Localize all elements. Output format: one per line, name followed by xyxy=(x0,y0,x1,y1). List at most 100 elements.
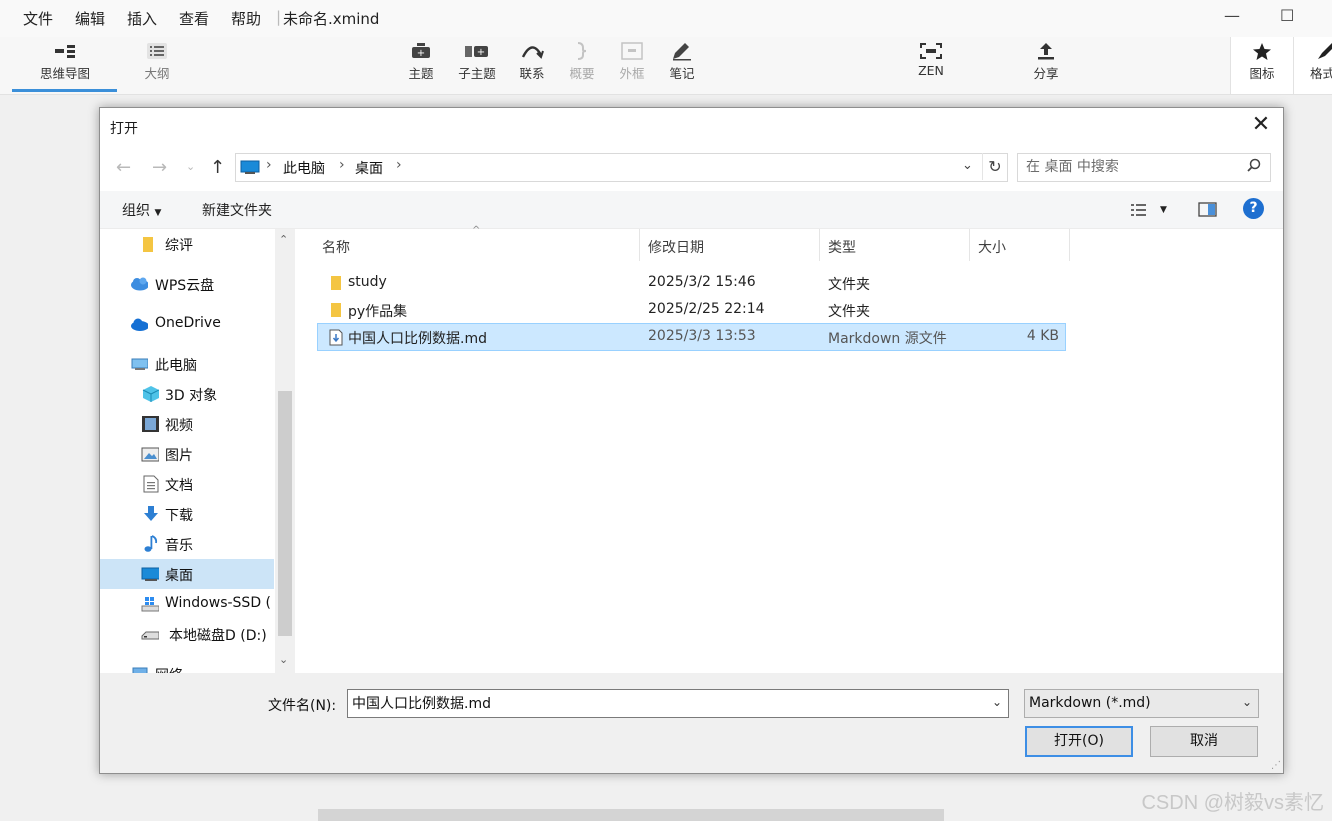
column-divider[interactable] xyxy=(819,229,820,261)
nav-item-label: 文档 xyxy=(165,478,193,494)
filename-input[interactable] xyxy=(348,690,972,715)
column-type[interactable]: 类型 xyxy=(828,237,856,257)
svg-text:+: + xyxy=(417,48,425,59)
icon-panel-button[interactable]: 图标 xyxy=(1230,37,1293,94)
scroll-up-icon[interactable]: ⌃ xyxy=(279,233,288,246)
menu-view[interactable]: 查看 xyxy=(179,8,209,29)
forward-arrow-icon[interactable]: → xyxy=(152,157,167,178)
subtopic-icon: + xyxy=(465,46,488,58)
nav-item-network[interactable]: 网络 xyxy=(100,659,275,673)
note-label: 笔记 xyxy=(669,66,695,81)
format-panel-label: 格式 xyxy=(1310,66,1332,81)
menu-edit[interactable]: 编辑 xyxy=(75,8,105,29)
organize-button[interactable]: 组织 ▼ xyxy=(122,200,161,220)
nav-item-label: 视频 xyxy=(165,418,193,434)
preview-pane-icon[interactable] xyxy=(1198,202,1218,218)
picture-icon xyxy=(141,447,159,462)
file-type: 文件夹 xyxy=(828,304,870,320)
filetype-value: Markdown (*.md) xyxy=(1029,695,1151,711)
file-name: py作品集 xyxy=(348,304,408,320)
cloud-icon xyxy=(131,277,148,291)
nav-item-3d-objects[interactable]: 3D 对象 xyxy=(100,379,275,409)
file-row[interactable]: py作品集 2025/2/25 22:14 文件夹 xyxy=(318,297,1065,323)
drive-icon xyxy=(141,631,159,640)
share-button[interactable]: 分享 xyxy=(1016,37,1076,94)
menu-file[interactable]: 文件 xyxy=(23,8,53,29)
search-input[interactable] xyxy=(1018,154,1236,179)
organize-label: 组织 xyxy=(122,203,150,219)
nav-item-onedrive[interactable]: OneDrive xyxy=(100,309,275,339)
column-divider[interactable] xyxy=(639,229,640,261)
nav-item-label: 下载 xyxy=(165,508,193,524)
outline-view-tab[interactable]: 大纲 xyxy=(127,37,187,94)
breadcrumb-desktop[interactable]: 桌面 xyxy=(355,158,383,178)
filename-field[interactable]: ⌄ xyxy=(347,689,1009,718)
dialog-close-button[interactable]: ✕ xyxy=(1249,112,1273,137)
file-size: 4 KB xyxy=(1026,328,1059,344)
topic-label: 主题 xyxy=(408,66,434,81)
nav-item-downloads[interactable]: 下载 xyxy=(100,499,275,529)
view-options-dropdown-icon[interactable]: ▼ xyxy=(1160,205,1167,215)
menu-help[interactable]: 帮助 xyxy=(231,8,261,29)
nav-item-desktop[interactable]: 桌面 xyxy=(100,559,274,589)
scroll-down-icon[interactable]: ⌄ xyxy=(279,653,288,666)
nav-item-label: 图片 xyxy=(165,448,193,464)
open-button[interactable]: 打开(O) xyxy=(1025,726,1133,757)
canvas-horizontal-scrollbar[interactable] xyxy=(318,809,944,821)
nav-item-local-disk-d[interactable]: 本地磁盘D (D:) xyxy=(100,619,275,649)
subtopic-label: 子主题 xyxy=(458,66,496,81)
filetype-select[interactable]: Markdown (*.md) ⌄ xyxy=(1024,689,1259,718)
back-arrow-icon[interactable]: ← xyxy=(116,157,131,178)
column-modified[interactable]: 修改日期 xyxy=(648,237,704,257)
filename-history-dropdown-icon[interactable]: ⌄ xyxy=(992,695,1002,709)
breadcrumb-separator-icon: › xyxy=(266,157,272,173)
breadcrumb-this-pc[interactable]: 此电脑 xyxy=(283,158,325,178)
file-row[interactable]: study 2025/3/2 15:46 文件夹 xyxy=(318,270,1065,296)
new-folder-button[interactable]: 新建文件夹 xyxy=(202,200,272,220)
share-label: 分享 xyxy=(1033,66,1059,81)
note-button[interactable]: 笔记 xyxy=(652,37,712,94)
mindmap-view-tab[interactable]: 思维导图 xyxy=(35,37,95,94)
outline-view-label: 大纲 xyxy=(144,66,170,81)
scrollbar-thumb[interactable] xyxy=(278,391,292,636)
up-arrow-icon[interactable]: ↑ xyxy=(210,157,225,178)
file-row-selected[interactable]: 中国人口比例数据.md 2025/3/3 13:53 Markdown 源文件 … xyxy=(317,323,1066,351)
note-icon xyxy=(673,43,691,61)
music-icon xyxy=(144,535,158,552)
column-divider[interactable] xyxy=(1069,229,1070,261)
help-icon[interactable]: ? xyxy=(1243,198,1264,219)
nav-pane-scrollbar[interactable]: ⌃ ⌄ xyxy=(275,229,295,673)
maximize-button[interactable]: ☐ xyxy=(1280,6,1294,25)
search-box[interactable] xyxy=(1017,153,1271,182)
refresh-button[interactable]: ↻ xyxy=(982,153,1007,180)
document-title: 未命名.xmind xyxy=(283,10,380,28)
menu-insert[interactable]: 插入 xyxy=(127,8,157,29)
nav-item-label: 3D 对象 xyxy=(165,388,218,404)
recent-dropdown-icon[interactable]: ⌄ xyxy=(186,160,195,173)
chevron-down-icon: ⌄ xyxy=(1241,695,1252,709)
topic-button[interactable]: + 主题 xyxy=(391,37,451,94)
column-size[interactable]: 大小 xyxy=(978,237,1006,257)
subtopic-button[interactable]: + 子主题 xyxy=(447,37,507,94)
nav-item-pictures[interactable]: 图片 xyxy=(100,439,275,469)
nav-item-documents[interactable]: 文档 xyxy=(100,469,275,499)
format-panel-button[interactable]: 格式 xyxy=(1293,37,1332,94)
nav-item-windows-ssd[interactable]: Windows-SSD ( xyxy=(100,589,275,619)
nav-item-label: 网络 xyxy=(155,665,183,673)
view-options-icon[interactable] xyxy=(1130,203,1150,219)
address-bar[interactable]: › 此电脑 › 桌面 › xyxy=(235,153,1008,182)
computer-icon xyxy=(240,160,260,174)
zen-button[interactable]: ZEN xyxy=(901,37,961,94)
minimize-button[interactable]: — xyxy=(1224,6,1240,25)
resize-grip-icon[interactable]: ⋰ xyxy=(1271,760,1281,771)
nav-item-zongping[interactable]: 综评 xyxy=(100,229,275,259)
nav-item-this-pc[interactable]: 此电脑 xyxy=(100,349,275,379)
file-modified: 2025/3/3 13:53 xyxy=(648,328,756,344)
column-name[interactable]: 名称 xyxy=(322,237,350,257)
nav-item-music[interactable]: 音乐 xyxy=(100,529,275,559)
nav-item-videos[interactable]: 视频 xyxy=(100,409,275,439)
nav-item-wps-cloud[interactable]: WPS云盘 xyxy=(100,269,275,299)
column-divider[interactable] xyxy=(969,229,970,261)
address-history-dropdown-icon[interactable]: ⌄ xyxy=(962,158,973,173)
cancel-button[interactable]: 取消 xyxy=(1150,726,1258,757)
